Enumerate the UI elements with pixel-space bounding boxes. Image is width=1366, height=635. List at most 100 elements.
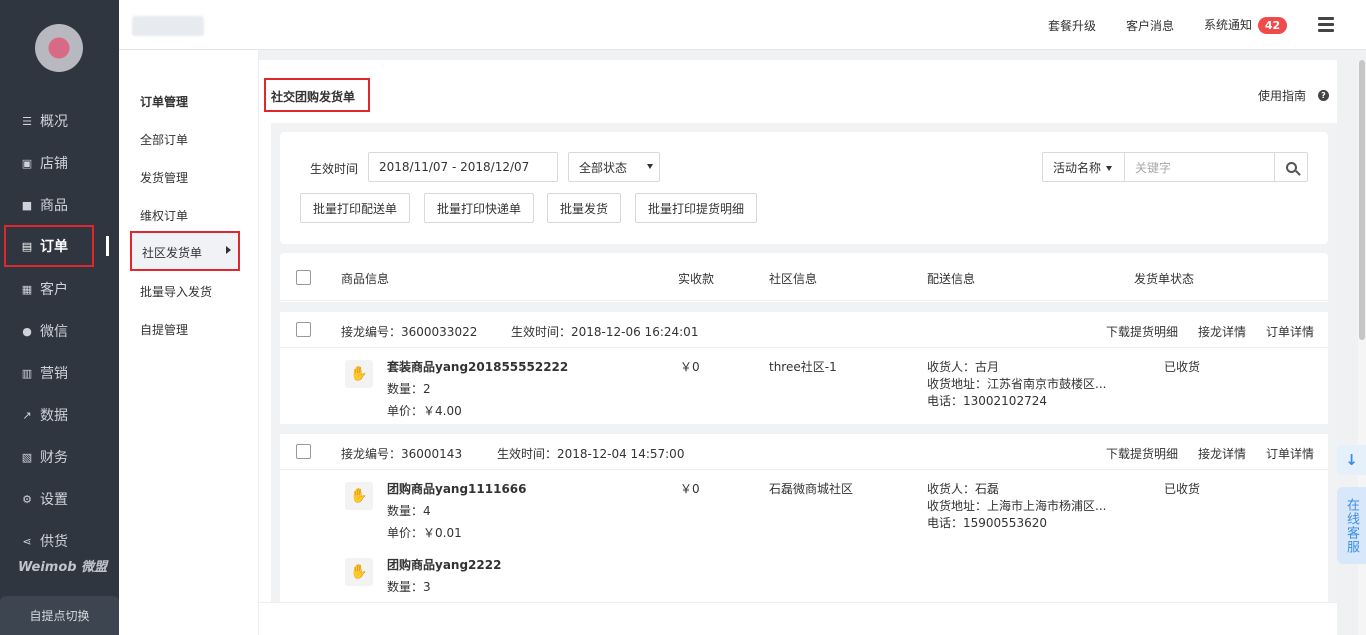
product-price: 单价：￥0.01 — [387, 526, 462, 540]
guide-link[interactable]: 使用指南 ? — [1258, 87, 1329, 104]
select-all-checkbox[interactable] — [296, 270, 311, 285]
date-range-picker[interactable]: 2018/11/07 - 2018/12/07 — [368, 152, 558, 182]
row-gap — [280, 424, 1328, 434]
shipment-status: 已收货 — [1164, 360, 1201, 374]
batch-print-delivery-button[interactable]: 批量打印配送单 — [300, 193, 410, 223]
row-gap — [280, 302, 1328, 312]
sidebar-item-overview[interactable]: ☰ 概况 — [0, 103, 119, 139]
goods-icon: ■ — [21, 198, 33, 212]
bar-chart-icon: ▥ — [21, 366, 33, 380]
search-button[interactable] — [1275, 153, 1307, 181]
wechat-icon: ● — [22, 324, 32, 338]
product-image: ✋ — [345, 558, 373, 586]
help-icon: ? — [1318, 90, 1329, 101]
submenu-title: 订单管理 — [140, 95, 189, 109]
order-header: 接龙编号：3600033022 生效时间：2018-12-06 16:24:01… — [280, 312, 1328, 348]
jielong-number: 接龙编号：3600033022 — [341, 325, 478, 339]
download-icon[interactable]: ↓ — [1337, 445, 1366, 475]
header-product: 商品信息 — [341, 272, 390, 286]
sidebar-item-marketing[interactable]: ▥ 营销 — [0, 355, 119, 391]
list-icon: ☰ — [22, 114, 32, 128]
batch-print-express-button[interactable]: 批量打印快递单 — [424, 193, 534, 223]
sidebar-item-data[interactable]: ↗ 数据 — [0, 397, 119, 433]
sidebar-item-customers[interactable]: ▦ 客户 — [0, 271, 119, 307]
bottom-bar — [259, 602, 1337, 635]
submenu-item-all-orders[interactable]: 全部订单 — [140, 131, 188, 148]
line-chart-icon: ↗ — [22, 408, 32, 422]
product-qty: 数量：2 — [387, 382, 431, 396]
header-status: 发货单状态 — [1134, 272, 1195, 286]
online-service-button[interactable]: 在线客服 — [1337, 487, 1366, 564]
receiver-phone: 电话：13002102724 — [927, 394, 1047, 408]
sidebar-item-label: 微信 — [40, 324, 68, 340]
submenu-item-batch-import[interactable]: 批量导入发货 — [140, 283, 212, 300]
search-input[interactable]: 关键字 — [1125, 153, 1275, 181]
sidebar-item-wechat[interactable]: ● 微信 — [0, 313, 119, 349]
scrollbar-thumb[interactable] — [1359, 60, 1365, 340]
product-price: 单价：￥4.00 — [387, 404, 462, 418]
system-notice-link[interactable]: 系统通知 42 — [1204, 16, 1288, 34]
orders-table: 商品信息 实收款 社区信息 配送信息 发货单状态 接龙编号：3600033022… — [280, 253, 1328, 635]
jielong-detail-link[interactable]: 接龙详情 — [1198, 323, 1246, 340]
sidebar-active-marker — [106, 236, 109, 256]
top-header: 套餐升级 客户消息 系统通知 42 — [119, 0, 1366, 50]
content-panel: 生效时间 2018/11/07 - 2018/12/07 全部状态 活动名称 关… — [271, 123, 1337, 635]
jielong-detail-link[interactable]: 接龙详情 — [1198, 445, 1246, 462]
main-content: 社交团购发货单 使用指南 ? 生效时间 2018/11/07 - 2018/12… — [259, 60, 1337, 635]
search-group: 活动名称 关键字 — [1042, 152, 1308, 182]
product-name: 团购商品yang1111666 — [387, 482, 527, 496]
receiver-address: 收货地址：江苏省南京市鼓楼区... — [927, 377, 1107, 391]
customer-message-link[interactable]: 客户消息 — [1126, 17, 1174, 34]
download-pickup-link[interactable]: 下载提货明细 — [1106, 445, 1178, 462]
batch-ship-button[interactable]: 批量发货 — [547, 193, 621, 223]
product-qty: 数量：3 — [387, 580, 431, 594]
order-detail-link[interactable]: 订单详情 — [1266, 445, 1314, 462]
gear-icon: ⚙ — [22, 492, 32, 506]
order-detail-link[interactable]: 订单详情 — [1266, 323, 1314, 340]
jielong-number: 接龙编号：36000143 — [341, 447, 463, 461]
chevron-down-icon — [647, 164, 653, 169]
customer-icon: ▦ — [21, 282, 33, 296]
sidebar-item-store[interactable]: ▣ 店铺 — [0, 145, 119, 181]
order-submenu: 订单管理 全部订单 发货管理 维权订单 社区发货单 批量导入发货 自提管理 — [119, 50, 259, 635]
notice-count-badge: 42 — [1257, 17, 1288, 34]
product-name: 套装商品yang201855552222 — [387, 360, 569, 374]
batch-print-pickup-button[interactable]: 批量打印提货明细 — [635, 193, 757, 223]
sidebar-item-label: 设置 — [40, 492, 68, 508]
system-notice-label: 系统通知 — [1204, 18, 1253, 32]
download-pickup-link[interactable]: 下载提货明细 — [1106, 323, 1178, 340]
status-select[interactable]: 全部状态 — [568, 152, 660, 182]
order-checkbox[interactable] — [296, 322, 311, 337]
sidebar-item-goods[interactable]: ■ 商品 — [0, 187, 119, 223]
search-field-select[interactable]: 活动名称 — [1043, 153, 1125, 181]
product-image: ✋ — [345, 482, 373, 510]
effective-time: 生效时间：2018-12-04 14:57:00 — [497, 447, 685, 461]
sidebar-item-supply[interactable]: ⋖ 供货 — [0, 523, 119, 559]
guide-label: 使用指南 — [1257, 89, 1306, 103]
pickup-switch-button[interactable]: 自提点切换 — [0, 596, 119, 635]
page-title: 社交团购发货单 — [271, 90, 356, 104]
order-header: 接龙编号：36000143 生效时间：2018-12-04 14:57:00 下… — [280, 434, 1328, 470]
sidebar-item-settings[interactable]: ⚙ 设置 — [0, 481, 119, 517]
avatar[interactable] — [35, 24, 83, 72]
submenu-item-self-pickup[interactable]: 自提管理 — [140, 321, 188, 338]
status-select-value: 全部状态 — [579, 160, 628, 175]
effective-time: 生效时间：2018-12-06 16:24:01 — [511, 325, 699, 339]
sidebar-item-finance[interactable]: ▧ 财务 — [0, 439, 119, 475]
receiver-name: 收货人：石磊 — [927, 482, 1000, 496]
order-checkbox[interactable] — [296, 444, 311, 459]
product-image: ✋ — [345, 360, 373, 388]
sidebar-item-label: 财务 — [40, 450, 68, 466]
submenu-item-community-shipping[interactable]: 社区发货单 — [130, 231, 240, 271]
receiver-phone: 电话：15900553620 — [927, 516, 1047, 530]
upgrade-link[interactable]: 套餐升级 — [1048, 17, 1096, 34]
shipment-status: 已收货 — [1164, 482, 1201, 496]
product-qty: 数量：4 — [387, 504, 431, 518]
sidebar-item-label: 概况 — [40, 114, 68, 130]
submenu-item-shipping[interactable]: 发货管理 — [140, 169, 188, 186]
time-label: 生效时间 — [310, 162, 359, 176]
menu-icon[interactable] — [1318, 17, 1334, 33]
receiver-address: 收货地址：上海市上海市杨浦区... — [927, 499, 1107, 513]
receiver-name: 收货人：古月 — [927, 360, 1000, 374]
submenu-item-rights[interactable]: 维权订单 — [140, 207, 188, 224]
